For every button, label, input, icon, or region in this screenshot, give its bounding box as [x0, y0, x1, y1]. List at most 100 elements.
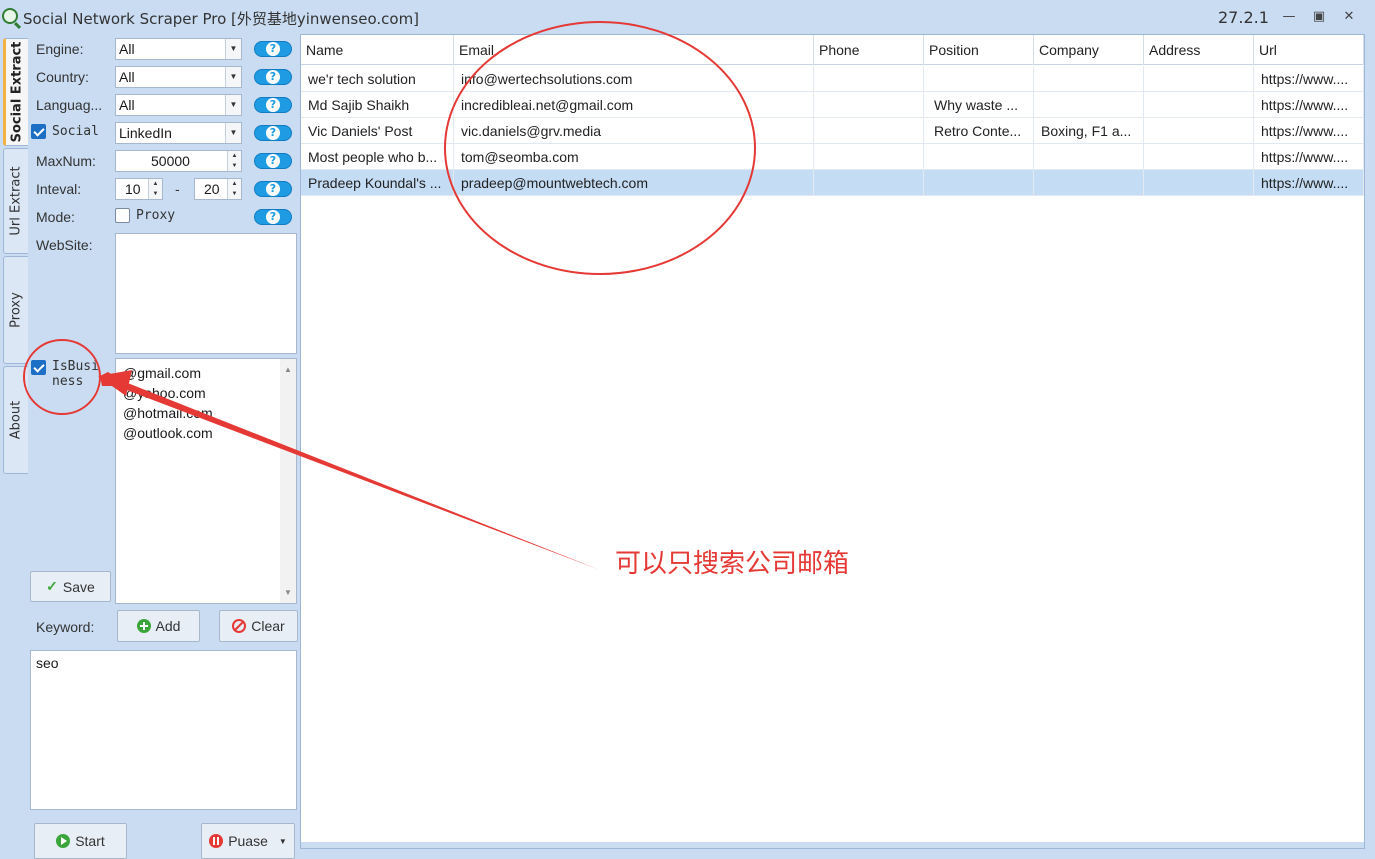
column-name[interactable]: Name	[301, 35, 454, 65]
cell-url: https://www....	[1254, 66, 1364, 92]
engine-select[interactable]: All ▼	[115, 38, 242, 60]
scroll-down-icon[interactable]: ▼	[280, 588, 296, 597]
isbusiness-label: IsBusi ness	[52, 359, 99, 389]
cell-name: we'r tech solution	[301, 66, 454, 92]
tab-social-extract[interactable]: Social Extract	[3, 38, 28, 146]
cell-email: pradeep@mountwebtech.com	[454, 170, 814, 196]
chevron-down-icon[interactable]: ▼	[279, 837, 287, 846]
add-button[interactable]: Add	[117, 610, 200, 642]
stepper-down-icon[interactable]: ▼	[228, 189, 241, 199]
stepper-up-icon[interactable]: ▲	[228, 179, 241, 189]
stepper-down-icon[interactable]: ▼	[149, 189, 162, 199]
cell-url: https://www....	[1254, 118, 1364, 144]
proxy-checkbox[interactable]	[115, 208, 130, 223]
domain-list-textarea[interactable]: @gmail.com @yahoo.com @hotmail.com @outl…	[115, 358, 297, 604]
chevron-down-icon[interactable]: ▼	[225, 123, 241, 143]
cell-phone	[814, 118, 924, 144]
window-title: Social Network Scraper Pro [外贸基地yinwense…	[23, 10, 420, 28]
mode-help-icon[interactable]: ?	[254, 209, 292, 225]
play-icon	[56, 834, 71, 848]
country-value: All	[119, 69, 135, 85]
cell-address	[1144, 170, 1254, 196]
cell-company: Boxing, F1 a...	[1034, 118, 1144, 144]
stepper-down-icon[interactable]: ▼	[228, 161, 241, 171]
column-phone[interactable]: Phone	[814, 35, 924, 65]
cell-position: Why waste ...	[924, 92, 1034, 118]
maxnum-stepper[interactable]: 50000 ▲ ▼	[115, 150, 242, 172]
cell-url: https://www....	[1254, 170, 1364, 196]
chevron-down-icon[interactable]: ▼	[225, 67, 241, 87]
cell-name: Vic Daniels' Post	[301, 118, 454, 144]
cell-company	[1034, 66, 1144, 92]
website-label: WebSite:	[36, 237, 93, 253]
table-row-selected[interactable]: Pradeep Koundal's ... pradeep@mountwebte…	[301, 170, 1364, 196]
scroll-up-icon[interactable]: ▲	[280, 365, 296, 374]
cell-name: Most people who b...	[301, 144, 454, 170]
country-select[interactable]: All ▼	[115, 66, 242, 88]
cell-company	[1034, 92, 1144, 118]
table-row[interactable]: Vic Daniels' Post vic.daniels@grv.media …	[301, 118, 1364, 144]
scrollbar[interactable]: ▲ ▼	[280, 359, 296, 603]
table-row[interactable]: Md Sajib Shaikh incredibleai.net@gmail.c…	[301, 92, 1364, 118]
website-textarea[interactable]	[115, 233, 297, 354]
annotation-text: 可以只搜索公司邮箱	[615, 549, 850, 579]
chevron-down-icon[interactable]: ▼	[225, 39, 241, 59]
column-email[interactable]: Email	[454, 35, 814, 65]
language-label: Languag...	[36, 97, 103, 113]
domain-item: @hotmail.com	[123, 405, 213, 421]
close-icon[interactable]: ✕	[1340, 8, 1358, 26]
cell-position	[924, 170, 1034, 196]
pause-icon	[209, 834, 224, 848]
cell-company	[1034, 170, 1144, 196]
interval-min-stepper[interactable]: 10 ▲ ▼	[115, 178, 163, 200]
save-button[interactable]: ✓ Save	[30, 571, 111, 602]
social-select[interactable]: LinkedIn ▼	[115, 122, 242, 144]
plus-icon	[136, 619, 151, 633]
checkmark-icon: ✓	[46, 578, 58, 594]
country-help-icon[interactable]: ?	[254, 69, 292, 85]
language-select[interactable]: All ▼	[115, 94, 242, 116]
start-button[interactable]: Start	[34, 823, 127, 859]
column-url[interactable]: Url	[1254, 35, 1364, 65]
cell-email: info@wertechsolutions.com	[454, 66, 814, 92]
tab-proxy[interactable]: Proxy	[3, 256, 28, 364]
tab-url-extract[interactable]: Url Extract	[3, 148, 28, 254]
maxnum-help-icon[interactable]: ?	[254, 153, 292, 169]
minimize-icon[interactable]: —	[1280, 8, 1298, 26]
tab-label: Proxy	[8, 292, 24, 328]
cell-phone	[814, 144, 924, 170]
cell-phone	[814, 92, 924, 118]
chevron-down-icon[interactable]: ▼	[225, 95, 241, 115]
cell-email: tom@seomba.com	[454, 144, 814, 170]
clear-button[interactable]: Clear	[219, 610, 298, 642]
engine-value: All	[119, 41, 135, 57]
interval-help-icon[interactable]: ?	[254, 181, 292, 197]
cell-address	[1144, 66, 1254, 92]
social-checkbox[interactable]	[31, 124, 46, 139]
social-help-icon[interactable]: ?	[254, 125, 292, 141]
engine-help-icon[interactable]: ?	[254, 41, 292, 57]
interval-separator: -	[175, 181, 180, 197]
stepper-up-icon[interactable]: ▲	[149, 179, 162, 189]
cell-phone	[814, 66, 924, 92]
tab-about[interactable]: About	[3, 366, 28, 474]
column-address[interactable]: Address	[1144, 35, 1254, 65]
grid-header: Name Email Phone Position Company Addres…	[301, 35, 1364, 65]
maximize-icon[interactable]: ▣	[1310, 8, 1328, 26]
pause-button[interactable]: Puase ▼	[201, 823, 295, 859]
table-row[interactable]: we'r tech solution info@wertechsolutions…	[301, 66, 1364, 92]
interval-max-stepper[interactable]: 20 ▲ ▼	[194, 178, 242, 200]
keyword-textarea[interactable]: seo	[30, 650, 297, 810]
stepper-up-icon[interactable]: ▲	[228, 151, 241, 161]
language-help-icon[interactable]: ?	[254, 97, 292, 113]
language-value: All	[119, 97, 135, 113]
domain-item: @yahoo.com	[123, 385, 206, 401]
country-label: Country:	[36, 69, 89, 85]
cell-name: Pradeep Koundal's ...	[301, 170, 454, 196]
column-position[interactable]: Position	[924, 35, 1034, 65]
column-company[interactable]: Company	[1034, 35, 1144, 65]
maxnum-label: MaxNum:	[36, 153, 96, 169]
cell-name: Md Sajib Shaikh	[301, 92, 454, 118]
table-row[interactable]: Most people who b... tom@seomba.com http…	[301, 144, 1364, 170]
isbusiness-checkbox[interactable]	[31, 360, 46, 375]
